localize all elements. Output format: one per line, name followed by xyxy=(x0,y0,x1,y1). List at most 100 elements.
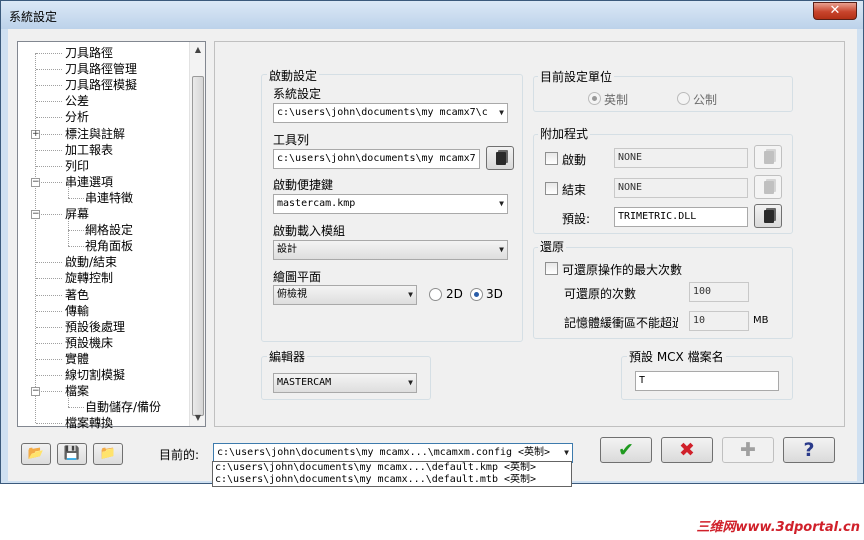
tree-guide-line xyxy=(36,150,62,151)
tree-item[interactable]: 自動儲存/備份 xyxy=(85,399,161,415)
module-combo[interactable]: 設計 ▼ xyxy=(273,240,508,260)
tree-item[interactable]: 刀具路徑模擬 xyxy=(65,77,137,93)
editor-combo[interactable]: MASTERCAM ▼ xyxy=(273,373,417,393)
current-config-combo[interactable]: c:\users\john\documents\my mcamx...\mcam… xyxy=(213,443,573,463)
editor-value: MASTERCAM xyxy=(277,377,332,388)
plane-combo[interactable]: 俯檢視 ▼ xyxy=(273,285,417,305)
config-dropdown-list: c:\users\john\documents\my mcamx...\defa… xyxy=(212,461,572,487)
file-icon xyxy=(764,210,774,223)
module-label: 啟動載入模組 xyxy=(273,224,346,238)
addon-exit-checkbox[interactable] xyxy=(545,182,558,195)
tree-guide-line xyxy=(36,423,62,424)
chevron-down-icon: ▼ xyxy=(499,245,504,254)
open-folder-button[interactable]: 📂 xyxy=(21,443,51,465)
units-group-title: 目前設定單位 xyxy=(538,68,615,85)
radio-2d-label: 2D xyxy=(446,287,463,301)
tree-guide-line xyxy=(36,327,62,328)
radio-3d[interactable] xyxy=(470,288,483,301)
tree-guide-line xyxy=(68,246,84,247)
undo-memory-label: 記憶體緩衝區不能超過 xyxy=(564,316,678,330)
collapse-icon[interactable]: − xyxy=(31,210,40,219)
tree-guide-line xyxy=(68,214,69,230)
expand-icon[interactable]: + xyxy=(31,130,40,139)
tree-item[interactable]: 視角面板 xyxy=(85,238,133,254)
scroll-down-icon[interactable]: ▼ xyxy=(190,410,206,426)
tree-item[interactable]: 分析 xyxy=(65,109,89,125)
help-button[interactable]: ? xyxy=(783,437,835,463)
toolbar-path-field[interactable]: c:\users\john\documents\my mcamx7 xyxy=(273,149,480,169)
addon-exit-browse-button[interactable] xyxy=(754,175,782,199)
tree-item[interactable]: 加工報表 xyxy=(65,142,113,158)
addon-startup-value: NONE xyxy=(618,152,643,163)
ok-button[interactable]: ✔ xyxy=(600,437,652,463)
undo-memory-field[interactable]: 10 xyxy=(689,311,749,331)
tree-item[interactable]: 著色 xyxy=(65,287,89,303)
merge-folder-button[interactable]: 📁 xyxy=(93,443,123,465)
tree-item[interactable]: 列印 xyxy=(65,158,89,174)
collapse-icon[interactable]: − xyxy=(31,178,40,187)
tree-item[interactable]: 公差 xyxy=(65,93,89,109)
window-title: 系統設定 xyxy=(9,10,58,24)
chevron-down-icon: ▼ xyxy=(408,378,413,387)
radio-3d-label: 3D xyxy=(486,287,503,301)
mcx-filename-field[interactable]: T xyxy=(635,371,779,391)
tree-guide-line xyxy=(68,391,69,407)
undo-max-checkbox[interactable] xyxy=(545,262,558,275)
plane-value: 俯檢視 xyxy=(277,289,307,300)
tree-item[interactable]: 串連特徵 xyxy=(85,190,133,206)
toolbar-browse-button[interactable] xyxy=(486,146,514,170)
radio-metric[interactable] xyxy=(677,92,690,105)
tree-item[interactable]: 網格設定 xyxy=(85,222,133,238)
radio-2d[interactable] xyxy=(429,288,442,301)
tree-item[interactable]: 實體 xyxy=(65,351,89,367)
tree-item[interactable]: 線切割模擬 xyxy=(65,367,125,383)
addon-default-field[interactable]: TRIMETRIC.DLL xyxy=(614,207,748,227)
addon-exit-field[interactable]: NONE xyxy=(614,178,748,198)
tree-guide-line xyxy=(36,295,62,296)
tree-item[interactable]: 檔案轉換 xyxy=(65,415,113,431)
close-button[interactable]: ✕ xyxy=(813,2,857,20)
cancel-button[interactable]: ✖ xyxy=(661,437,713,463)
tree-item[interactable]: 預設機床 xyxy=(65,335,113,351)
tree-item[interactable]: 刀具路徑 xyxy=(65,45,113,61)
tree-item[interactable]: 刀具路徑管理 xyxy=(65,61,137,77)
tree-item[interactable]: 預設後處理 xyxy=(65,319,125,335)
add-button[interactable]: ✚ xyxy=(722,437,774,463)
radio-imperial[interactable] xyxy=(588,92,601,105)
addon-exit-label: 結束 xyxy=(562,183,587,197)
addon-startup-browse-button[interactable] xyxy=(754,145,782,169)
tree-guide-line xyxy=(68,230,69,246)
mcx-group-title: 預設 MCX 檔案名 xyxy=(627,348,726,365)
scroll-thumb[interactable] xyxy=(192,76,204,416)
collapse-icon[interactable]: − xyxy=(31,387,40,396)
tree-guide-line xyxy=(36,375,62,376)
file-icon xyxy=(496,152,506,165)
shortcut-combo[interactable]: mastercam.kmp ▼ xyxy=(273,194,508,214)
save-button[interactable]: 💾 xyxy=(57,443,87,465)
system-settings-combo[interactable]: c:\users\john\documents\my mcamx7\c ▼ xyxy=(273,103,508,123)
undo-count-field[interactable]: 100 xyxy=(689,282,749,302)
tree-item[interactable]: 標注與註解 xyxy=(65,126,125,142)
editor-group-title: 編輯器 xyxy=(267,348,308,365)
tree-item[interactable]: 啟動/結束 xyxy=(65,254,117,270)
file-icon xyxy=(764,181,774,194)
tree-guide-line xyxy=(68,407,84,408)
tree-guide-line xyxy=(68,230,84,231)
config-option[interactable]: c:\users\john\documents\my mcamx...\defa… xyxy=(213,474,571,486)
tree-item[interactable]: 串連選項 xyxy=(65,174,113,190)
scroll-up-icon[interactable]: ▲ xyxy=(190,42,206,58)
addon-default-label: 預設: xyxy=(562,212,591,226)
tree-item[interactable]: 傳輸 xyxy=(65,303,89,319)
tree-item[interactable]: 旋轉控制 xyxy=(65,270,113,286)
addon-default-browse-button[interactable] xyxy=(754,204,782,228)
config-option[interactable]: c:\users\john\documents\my mcamx...\defa… xyxy=(213,462,571,474)
tree-scrollbar[interactable]: ▲ ▼ xyxy=(189,42,205,426)
tree-guide-line xyxy=(36,85,62,86)
addon-startup-field[interactable]: NONE xyxy=(614,148,748,168)
tree-guide-line xyxy=(68,182,69,198)
tree-guide-line xyxy=(36,69,62,70)
mcx-filename-value: T xyxy=(639,375,646,386)
system-settings-value: c:\users\john\documents\my mcamx7\c xyxy=(277,107,488,118)
addon-exit-value: NONE xyxy=(618,182,643,193)
addon-startup-checkbox[interactable] xyxy=(545,152,558,165)
